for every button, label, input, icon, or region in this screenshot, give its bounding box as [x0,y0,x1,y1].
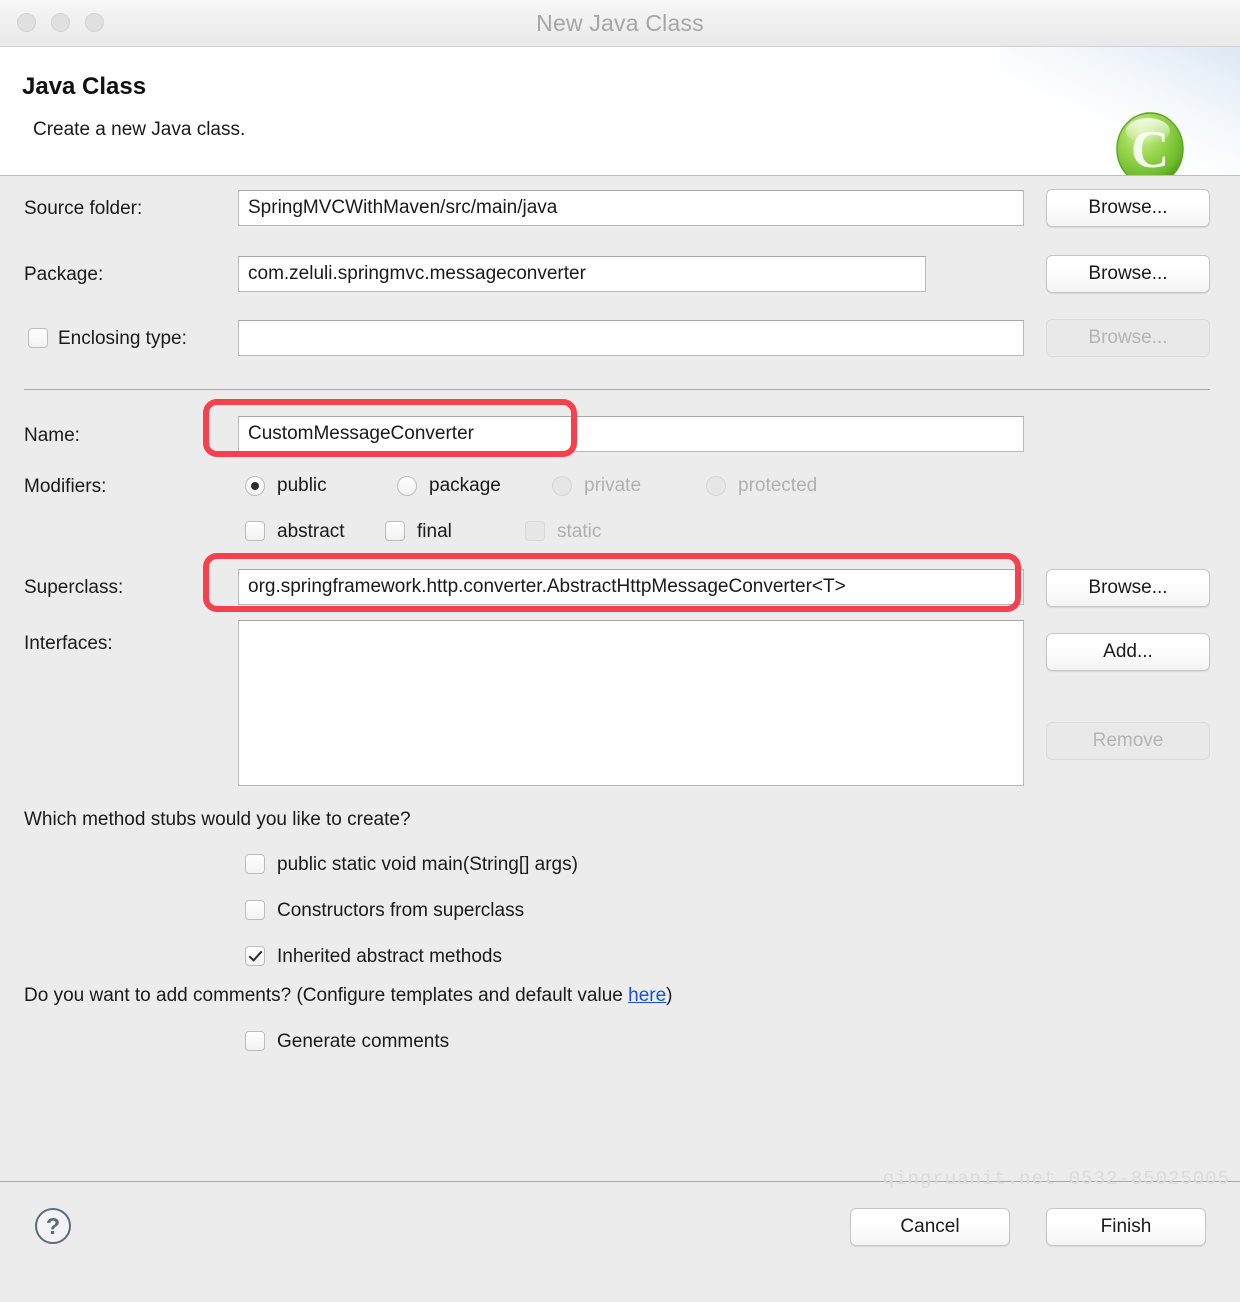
comments-question-suffix: ) [666,985,673,1006]
enclosing-type-checkbox[interactable] [28,328,48,348]
dialog-footer: qingruanit.net 0532-85025005 ? Cancel Fi… [0,1168,1240,1302]
source-folder-input[interactable]: SpringMVCWithMaven/src/main/java [238,190,1024,226]
interfaces-label: Interfaces: [24,633,113,654]
modifier-label-final: final [417,521,452,542]
stub-checkbox-main-method[interactable] [245,854,265,874]
modifier-radio-protected [706,476,726,496]
package-label: Package: [24,264,104,285]
interfaces-add-button[interactable]: Add... [1046,633,1210,671]
source-folder-label: Source folder: [24,198,143,219]
page-subtitle: Create a new Java class. [33,119,246,140]
new-java-class-dialog: New Java Class Java Class Create a new J… [0,0,1240,1302]
svg-text:?: ? [46,1213,60,1239]
stub-checkbox-inherited-abstract[interactable] [245,946,265,966]
close-button[interactable] [17,13,36,32]
dialog-body: Source folder: SpringMVCWithMaven/src/ma… [0,176,1240,1181]
modifier-label-package: package [429,475,501,496]
java-class-icon: C [1116,112,1184,175]
section-divider [24,389,1210,390]
zoom-button[interactable] [85,13,104,32]
modifier-radio-package[interactable] [397,476,417,496]
modifier-label-private: private [584,475,642,496]
modifier-checkbox-abstract[interactable] [245,521,265,541]
modifier-label-protected: protected [738,475,818,496]
help-button[interactable]: ? [34,1207,72,1245]
interfaces-list[interactable] [238,620,1024,786]
modifier-checkbox-final[interactable] [385,521,405,541]
enclosing-type-input[interactable] [238,320,1024,356]
watermark-text: qingruanit.net 0532-85025005 [882,1168,1230,1190]
modifier-label-abstract: abstract [277,521,345,542]
name-input[interactable]: CustomMessageConverter [238,416,1024,452]
title-bar: New Java Class [0,0,1240,47]
modifier-label-public: public [277,475,327,496]
superclass-label: Superclass: [24,577,124,598]
package-input[interactable]: com.zeluli.springmvc.messageconverter [238,256,926,292]
name-label: Name: [24,425,80,446]
modifier-checkbox-static [525,521,545,541]
method-stubs-question: Which method stubs would you like to cre… [24,809,411,830]
minimize-button[interactable] [51,13,70,32]
generate-comments-checkbox[interactable] [245,1031,265,1051]
stub-label-inherited-abstract: Inherited abstract methods [277,946,502,967]
modifier-radio-private [552,476,572,496]
wizard-header: Java Class Create a new Java class. C [0,47,1240,176]
superclass-browse-button[interactable]: Browse... [1046,569,1210,607]
generate-comments-label: Generate comments [277,1031,450,1052]
superclass-input[interactable]: org.springframework.http.converter.Abstr… [238,569,1024,605]
comments-question: Do you want to add comments? (Configure … [24,985,672,1007]
window-controls [17,13,104,32]
modifier-label-static: static [557,521,602,542]
interfaces-remove-button: Remove [1046,722,1210,760]
stub-label-constructors: Constructors from superclass [277,900,525,921]
stub-checkbox-constructors[interactable] [245,900,265,920]
finish-button[interactable]: Finish [1046,1208,1206,1246]
enclosing-type-label: Enclosing type: [58,328,187,349]
cancel-button[interactable]: Cancel [850,1208,1010,1246]
configure-templates-link[interactable]: here [628,985,666,1006]
modifiers-label: Modifiers: [24,476,107,497]
comments-question-prefix: Do you want to add comments? (Configure … [24,985,629,1006]
page-title: Java Class [22,73,147,100]
window-title: New Java Class [536,9,704,36]
modifier-radio-public[interactable] [245,476,265,496]
package-browse-button[interactable]: Browse... [1046,255,1210,293]
enclosing-type-browse-button: Browse... [1046,319,1210,357]
source-folder-browse-button[interactable]: Browse... [1046,189,1210,227]
stub-label-main-method: public static void main(String[] args) [277,854,578,875]
